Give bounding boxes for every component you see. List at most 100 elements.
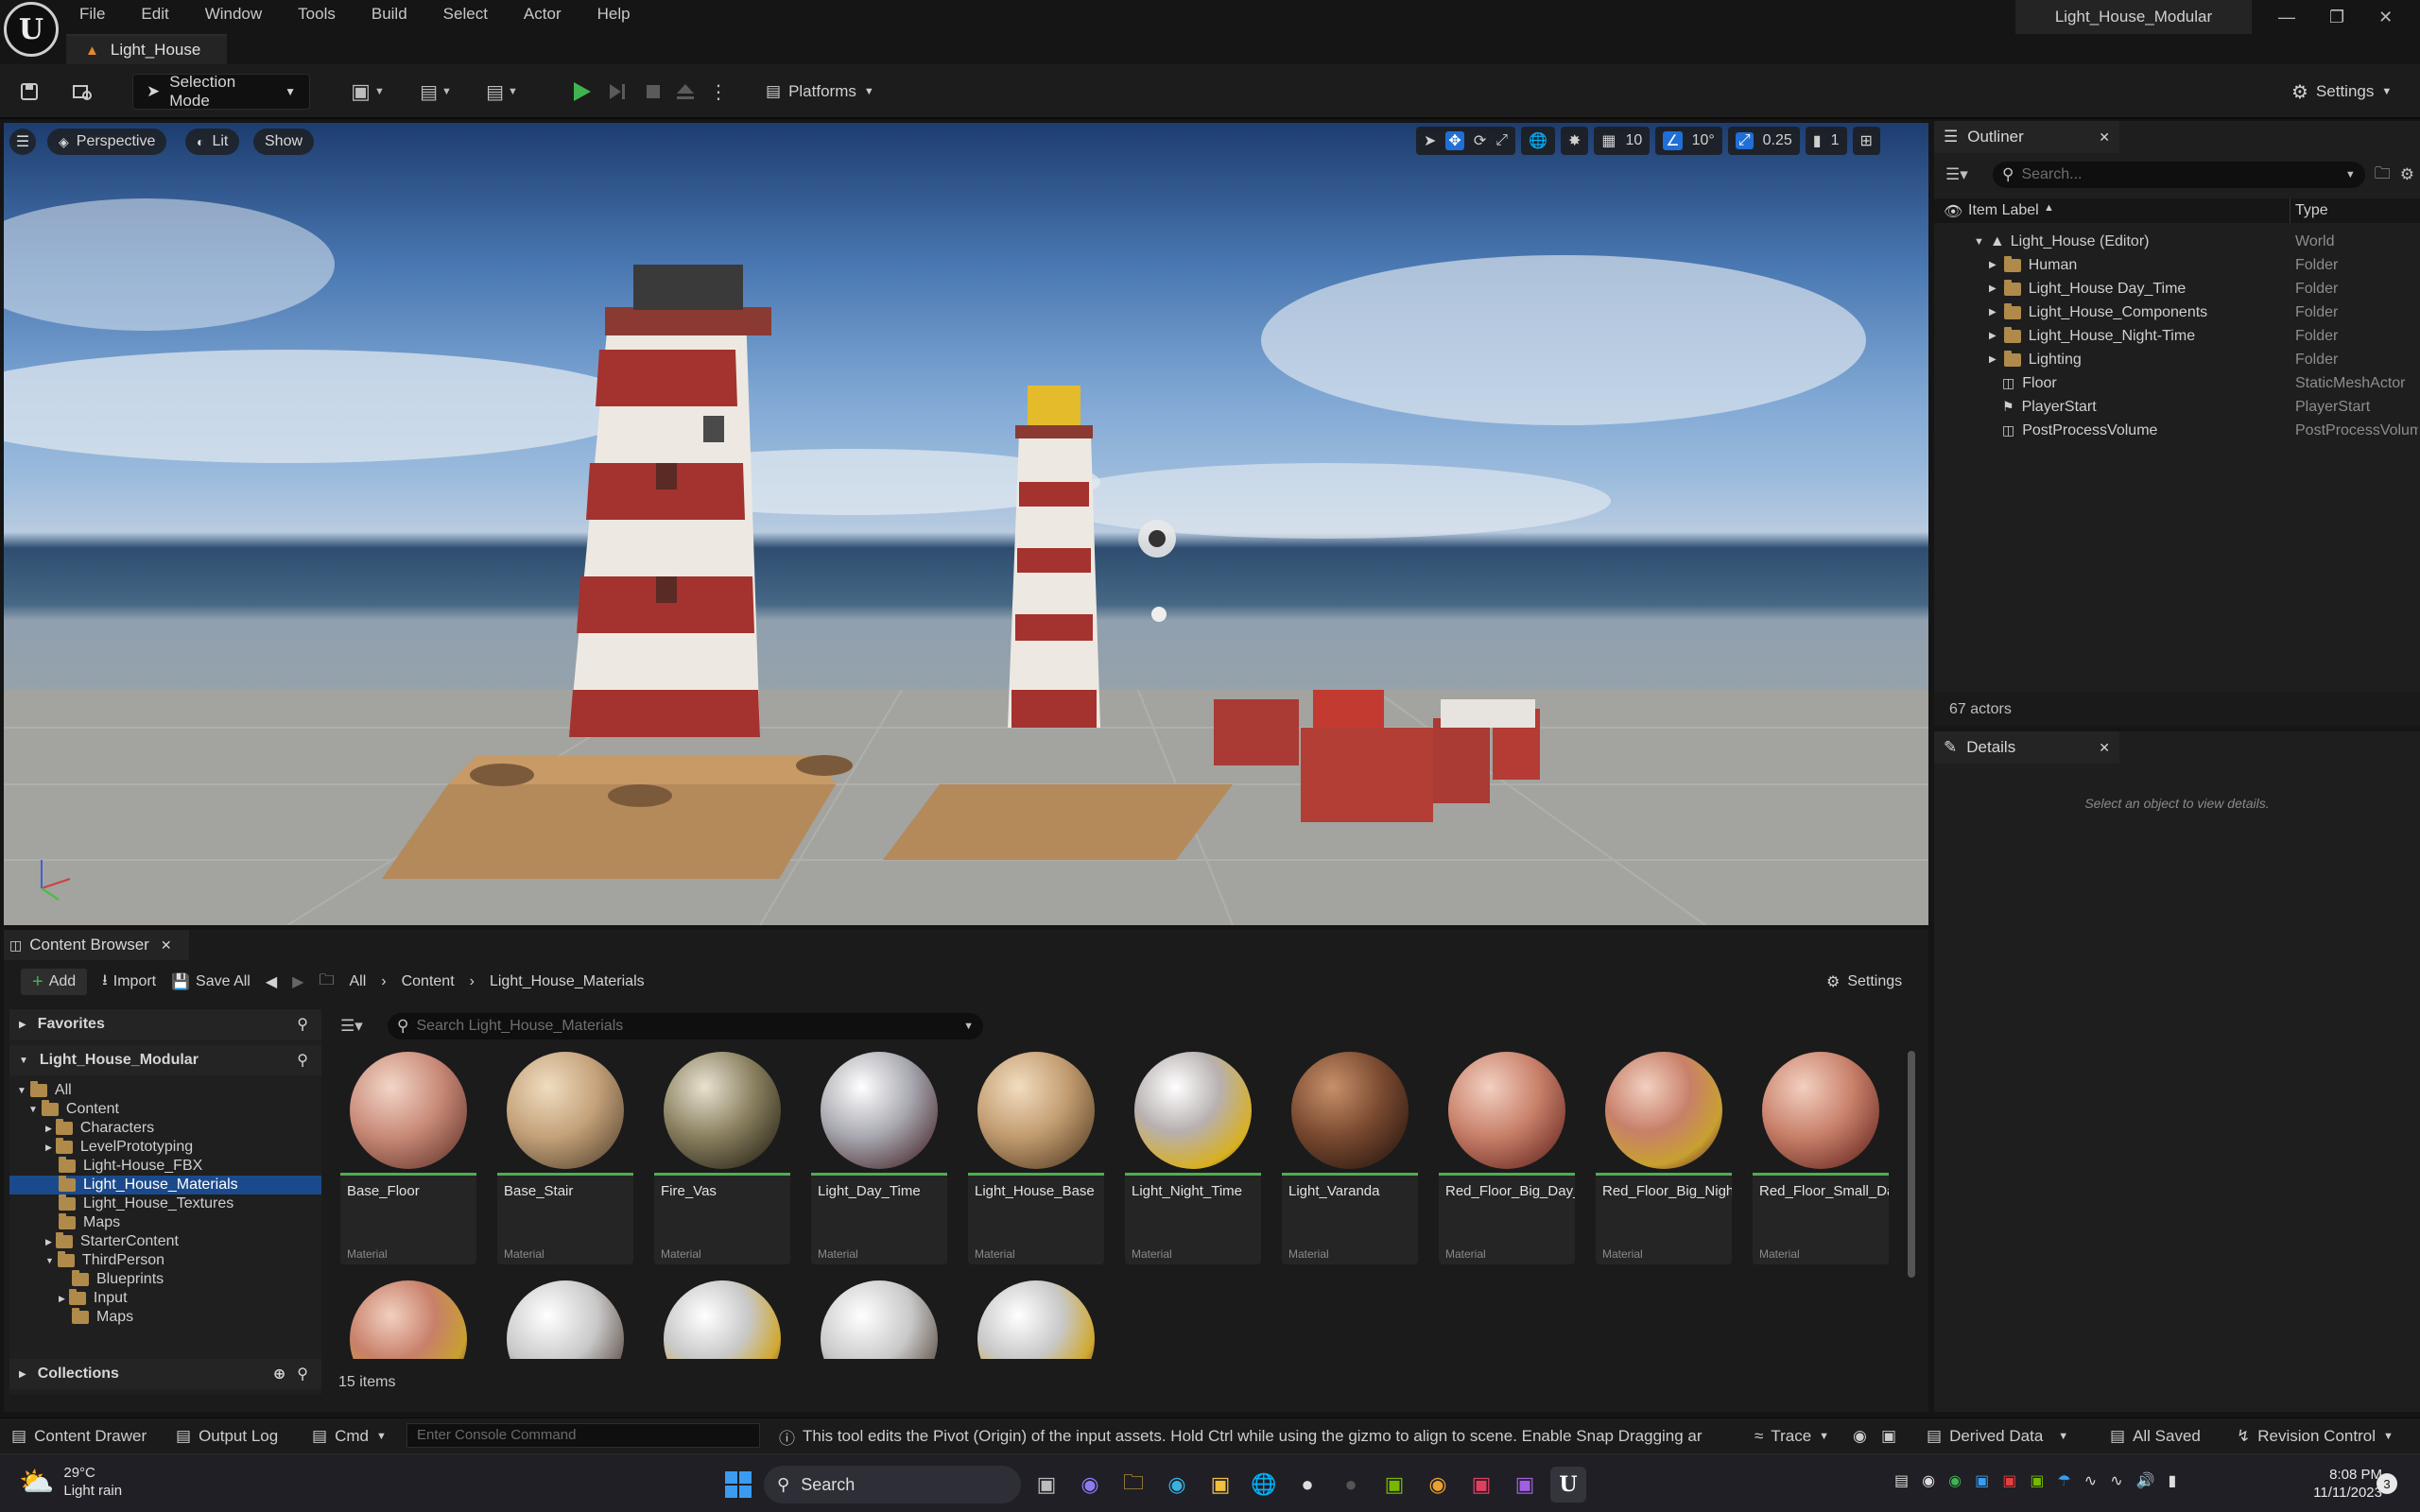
close-icon[interactable]: ✕ xyxy=(2099,740,2110,756)
save-all-button[interactable]: 💾 Save All xyxy=(171,972,251,991)
tree-folder-selected[interactable]: Light_House_Materials xyxy=(9,1176,321,1194)
tree-folder[interactable]: Maps xyxy=(9,1308,321,1327)
collections-header[interactable]: ▶ Collections ⊕ ⚲ xyxy=(9,1359,321,1389)
eject-button[interactable] xyxy=(671,73,700,111)
revision-control-dropdown[interactable]: ↯ Revision Control ▼ xyxy=(2237,1418,2394,1454)
tree-folder[interactable]: ▼ ThirdPerson xyxy=(9,1251,321,1270)
derived-data-dropdown[interactable]: ▤ Derived Data ▼ xyxy=(1927,1418,2068,1454)
content-browser-tab[interactable]: ◫ Content Browser ✕ xyxy=(4,930,189,960)
close-icon[interactable]: ✕ xyxy=(2378,8,2393,27)
search-icon[interactable]: ⚲ xyxy=(297,1365,308,1383)
viewport-menu-icon[interactable]: ☰ xyxy=(9,129,36,155)
browse-icon[interactable] xyxy=(66,73,98,111)
file-explorer-icon[interactable]: 🗀 xyxy=(1115,1467,1151,1503)
expand-arrow-icon[interactable]: ▶ xyxy=(1989,354,1996,365)
breadcrumb-materials[interactable]: Light_House_Materials xyxy=(490,973,645,990)
expand-arrow-icon[interactable]: ▶ xyxy=(1989,331,1996,341)
asset-tile[interactable]: Light_Varanda Material xyxy=(1282,1047,1418,1264)
asset-tile[interactable]: Fire_Vas Material xyxy=(654,1047,790,1264)
asset-tile[interactable]: Light_Day_Time Material xyxy=(811,1047,947,1264)
unreal-logo-icon[interactable]: U xyxy=(4,2,59,57)
close-icon[interactable]: ✕ xyxy=(161,937,172,954)
wifi-icon[interactable]: ∿ xyxy=(2110,1471,2122,1490)
globe-app-icon[interactable]: 🌐 xyxy=(1246,1467,1282,1503)
select-arrow-icon[interactable]: ➤ xyxy=(1424,131,1436,150)
tree-folder[interactable]: Light-House_FBX xyxy=(9,1157,321,1176)
selection-mode-dropdown[interactable]: ➤ Selection Mode ▼ xyxy=(132,73,310,110)
battery-icon[interactable]: ▮ xyxy=(2169,1471,2177,1490)
menu-tools[interactable]: Tools xyxy=(298,5,336,24)
asset-tile[interactable] xyxy=(654,1276,790,1359)
all-saved-button[interactable]: ▤ All Saved xyxy=(2110,1418,2201,1454)
grid-snap-toggle[interactable]: ▦ 10 xyxy=(1594,127,1651,155)
breadcrumb-all[interactable]: All xyxy=(349,973,366,990)
edge-icon[interactable]: ◉ xyxy=(1159,1467,1195,1503)
filter-icon[interactable]: ☰▾ xyxy=(340,1017,378,1036)
asset-tile[interactable] xyxy=(968,1276,1104,1359)
tree-item-folder[interactable]: ▶ Light_House Day_Time Folder xyxy=(1934,277,2420,301)
asset-tile[interactable]: Light_House_Base Material xyxy=(968,1047,1104,1264)
tree-item-actor[interactable]: ⚑ PlayerStart PlayerStart xyxy=(1934,395,2420,419)
rotation-snap-toggle[interactable]: ∠ 10° xyxy=(1655,127,1722,155)
asset-grid-scrollbar[interactable] xyxy=(1908,1051,1915,1278)
save-icon[interactable] xyxy=(13,73,45,111)
content-settings-button[interactable]: ⚙ Settings xyxy=(1826,968,1902,996)
project-header[interactable]: ▼ Light_House_Modular ⚲ xyxy=(9,1045,321,1075)
more-options-icon[interactable]: ⋮ xyxy=(707,73,730,111)
taskbar-search[interactable]: ⚲ Search xyxy=(764,1466,1021,1503)
tree-folder[interactable]: Blueprints xyxy=(9,1270,321,1289)
tab-light-house[interactable]: ▲ Light_House xyxy=(66,34,228,64)
clapper-app-icon[interactable]: ▣ xyxy=(1507,1467,1543,1503)
tray-icon[interactable]: ☂ xyxy=(2057,1471,2070,1490)
settings-dropdown[interactable]: ⚙ Settings ▼ xyxy=(2291,74,2392,110)
back-icon[interactable]: ◀ xyxy=(266,972,277,991)
tray-icon[interactable]: ◉ xyxy=(1922,1471,1935,1490)
weather-widget[interactable]: ⛅ 29°C Light rain xyxy=(19,1464,122,1500)
unreal-taskbar-icon[interactable]: U xyxy=(1550,1467,1586,1503)
output-log-button[interactable]: ▤ Output Log xyxy=(176,1418,278,1454)
task-view-icon[interactable]: ▣ xyxy=(1028,1467,1064,1503)
gear-icon[interactable]: ⚙ xyxy=(2400,165,2414,184)
screenshot-icon[interactable]: ▣ xyxy=(1881,1418,1896,1454)
favorites-header[interactable]: ▶ Favorites ⚲ xyxy=(9,1009,321,1040)
asset-tile[interactable]: Base_Floor Material xyxy=(340,1047,476,1264)
tree-folder-all[interactable]: ▼ All xyxy=(9,1081,321,1100)
expand-arrow-icon[interactable]: ▼ xyxy=(1974,236,1984,248)
asset-tile[interactable]: Light_Night_Time Material xyxy=(1125,1047,1261,1264)
add-collection-icon[interactable]: ⊕ xyxy=(273,1365,285,1383)
tray-icon[interactable]: ▣ xyxy=(2002,1471,2016,1490)
tree-item-folder[interactable]: ▶ Light_House_Night-Time Folder xyxy=(1934,324,2420,348)
forward-icon[interactable]: ▶ xyxy=(292,972,303,991)
content-drawer-button[interactable]: ▤ Content Drawer xyxy=(11,1418,147,1454)
notification-badge[interactable]: 3 xyxy=(2377,1473,2397,1494)
menu-edit[interactable]: Edit xyxy=(141,5,168,24)
asset-tile[interactable] xyxy=(340,1276,476,1359)
outliner-search-input[interactable]: ⚲ Search... ▼ xyxy=(1993,162,2365,188)
import-button[interactable]: ⭳ Import xyxy=(102,970,156,995)
tree-item-actor[interactable]: ◫ Floor StaticMeshActor xyxy=(1934,371,2420,395)
tree-item-folder[interactable]: ▶ Lighting Folder xyxy=(1934,348,2420,371)
menu-file[interactable]: File xyxy=(79,5,105,24)
tree-item-world[interactable]: ▼ ▲ Light_House (Editor) World xyxy=(1934,230,2420,253)
tree-folder[interactable]: Maps xyxy=(9,1213,321,1232)
clock[interactable]: 8:08 PM 11/11/2023 xyxy=(2288,1466,2382,1502)
menu-select[interactable]: Select xyxy=(443,5,488,24)
filter-icon[interactable]: ☰▾ xyxy=(1945,165,1983,184)
close-icon[interactable]: ✕ xyxy=(2099,129,2110,146)
tree-folder-content[interactable]: ▼ Content xyxy=(9,1100,321,1119)
tree-folder[interactable]: ▶ LevelPrototyping xyxy=(9,1138,321,1157)
search-icon[interactable]: ⚲ xyxy=(297,1015,308,1034)
tree-item-folder[interactable]: ▶ Light_House_Components Folder xyxy=(1934,301,2420,324)
cinematics-button[interactable]: ▤ ▼ xyxy=(478,73,526,111)
view-mode-button[interactable]: ◐ Lit xyxy=(185,129,240,155)
store-icon[interactable]: ▣ xyxy=(1202,1467,1238,1503)
world-local-toggle[interactable]: 🌐 xyxy=(1521,127,1555,155)
tree-folder[interactable]: ▶ Characters xyxy=(9,1119,321,1138)
level-viewport[interactable]: ☰ ◈ Perspective ◐ Lit Show ➤ ✥ ⟳ ⤢ 🌐 ✸ ▦… xyxy=(4,123,1928,925)
visibility-icon[interactable]: 👁 xyxy=(1944,202,1962,221)
scale-icon[interactable]: ⤢ xyxy=(1495,132,1508,149)
cmd-dropdown[interactable]: ▤ Cmd ▼ xyxy=(312,1418,387,1454)
trace-dropdown[interactable]: ≈ Trace ▼ xyxy=(1754,1418,1829,1454)
volume-icon[interactable]: 🔊 xyxy=(2136,1471,2155,1490)
add-button[interactable]: + Add xyxy=(21,969,88,995)
